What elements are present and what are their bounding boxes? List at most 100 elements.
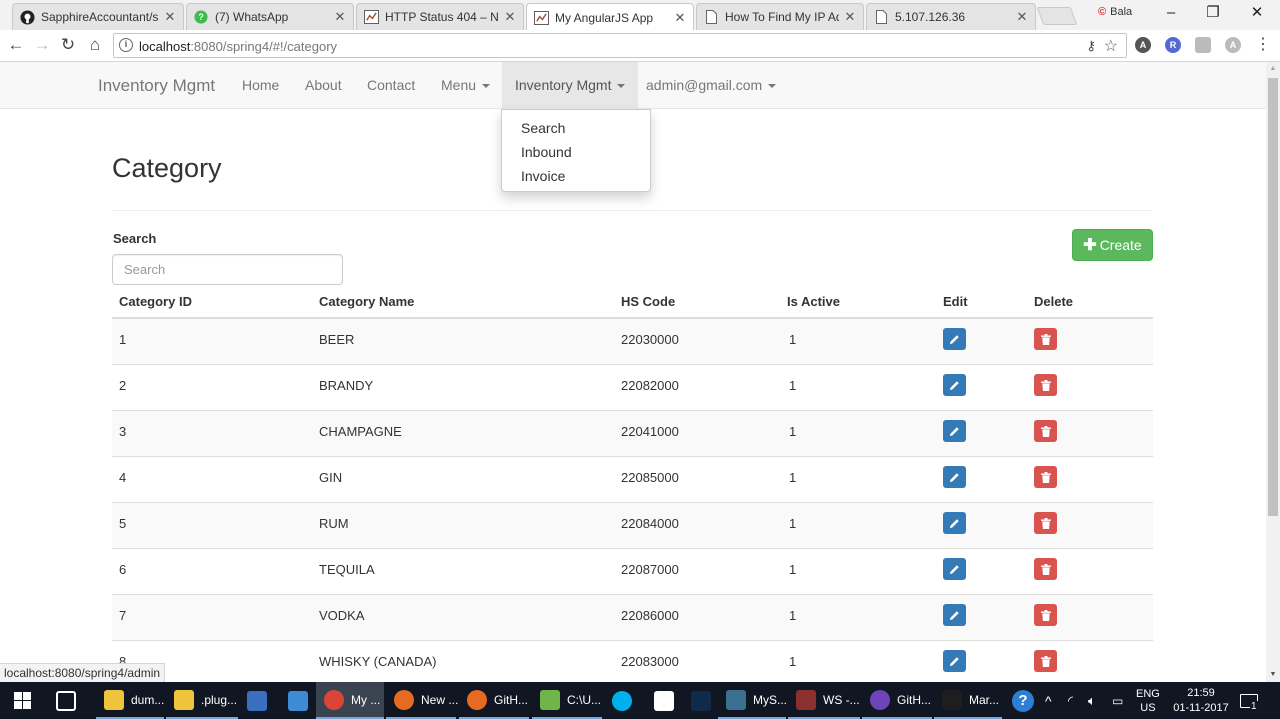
delete-button[interactable] bbox=[1034, 512, 1057, 534]
taskbar-app[interactable] bbox=[604, 682, 642, 719]
tab-title: My AngularJS App bbox=[555, 10, 654, 25]
taskbar-app[interactable] bbox=[239, 682, 277, 719]
nav-inventory-dropdown[interactable]: Inventory Mgmt bbox=[502, 62, 639, 109]
taskbar-app[interactable]: C:\U... bbox=[532, 682, 602, 719]
notification-center[interactable]: 1 bbox=[1240, 682, 1266, 719]
edit-button[interactable] bbox=[943, 466, 966, 488]
taskbar-app[interactable]: New ... bbox=[386, 682, 458, 719]
profile-button[interactable]: © Bala bbox=[1098, 6, 1132, 18]
edit-button[interactable] bbox=[943, 650, 966, 672]
close-icon[interactable]: ✕ bbox=[333, 9, 347, 25]
extension-icon[interactable] bbox=[1195, 37, 1211, 53]
browser-tab[interactable]: SapphireAccountant/sa ✕ bbox=[12, 3, 184, 30]
nav-user-dropdown[interactable]: admin@gmail.com bbox=[633, 62, 789, 109]
taskbar-app[interactable]: GitH... bbox=[862, 682, 932, 719]
wifi-icon[interactable]: ◜ bbox=[1068, 682, 1073, 719]
cell-is-active: 1 bbox=[789, 378, 797, 393]
nav-menu-dropdown[interactable]: Menu bbox=[428, 62, 503, 109]
dropdown-item-invoice[interactable]: Invoice bbox=[502, 164, 650, 188]
close-icon[interactable]: ✕ bbox=[843, 9, 857, 25]
new-tab-button[interactable] bbox=[1036, 7, 1078, 25]
delete-button[interactable] bbox=[1034, 650, 1057, 672]
delete-button[interactable] bbox=[1034, 604, 1057, 626]
forward-button[interactable]: → bbox=[31, 34, 53, 56]
delete-button[interactable] bbox=[1034, 420, 1057, 442]
taskbar-app[interactable]: My ... bbox=[316, 682, 384, 719]
close-icon[interactable]: ✕ bbox=[163, 9, 177, 25]
search-input[interactable] bbox=[112, 254, 343, 285]
cell-is-active: 1 bbox=[789, 424, 797, 439]
info-icon[interactable]: i bbox=[119, 38, 133, 52]
volume-icon[interactable]: 🔈︎ bbox=[1088, 682, 1096, 719]
taskbar-app[interactable] bbox=[646, 682, 680, 719]
edit-button[interactable] bbox=[943, 512, 966, 534]
close-icon[interactable]: ✕ bbox=[673, 10, 687, 26]
dropdown-item-search[interactable]: Search bbox=[502, 116, 650, 140]
nav-home[interactable]: Home bbox=[229, 62, 292, 109]
chrome-menu-icon[interactable]: ⋮ bbox=[1252, 34, 1274, 56]
delete-button[interactable] bbox=[1034, 374, 1057, 396]
language-indicator[interactable]: ENG US bbox=[1136, 682, 1160, 719]
mail-icon bbox=[654, 690, 674, 711]
address-bar[interactable]: i localhost:8080/spring4/#!/category ⚷ ☆ bbox=[113, 33, 1127, 58]
help-icon[interactable]: ? bbox=[1012, 682, 1034, 719]
extension-icon[interactable]: R bbox=[1165, 37, 1181, 53]
browser-tab[interactable]: ? (7) WhatsApp ✕ bbox=[186, 3, 354, 30]
taskbar-app[interactable]: dum... bbox=[96, 682, 164, 719]
close-icon[interactable]: ✕ bbox=[503, 9, 517, 25]
delete-button[interactable] bbox=[1034, 328, 1057, 350]
restore-button[interactable]: ❐ bbox=[1192, 0, 1234, 26]
edit-button[interactable] bbox=[943, 328, 966, 350]
bookmark-star-icon[interactable]: ☆ bbox=[1104, 36, 1118, 56]
taskbar-app[interactable] bbox=[280, 682, 314, 719]
navbar-brand[interactable]: Inventory Mgmt bbox=[98, 76, 215, 96]
taskbar-app[interactable]: GitH... bbox=[459, 682, 529, 719]
page-scrollbar[interactable]: ▲ ▼ bbox=[1266, 62, 1280, 682]
close-icon[interactable]: ✕ bbox=[1015, 9, 1029, 25]
edit-button[interactable] bbox=[943, 420, 966, 442]
key-icon[interactable]: ⚷ bbox=[1086, 38, 1096, 54]
taskbar-app[interactable]: Mar... bbox=[934, 682, 1002, 719]
edit-button[interactable] bbox=[943, 374, 966, 396]
back-button[interactable]: ← bbox=[5, 34, 27, 56]
window-close-button[interactable]: ✕ bbox=[1236, 0, 1278, 26]
nav-about[interactable]: About bbox=[292, 62, 355, 109]
divider bbox=[112, 210, 1152, 211]
taskbar-app[interactable]: WS -... bbox=[788, 682, 860, 719]
whatsapp-icon: ? bbox=[193, 9, 209, 25]
browser-tab[interactable]: 5.107.126.36 ✕ bbox=[866, 3, 1036, 30]
cell-category-name: VODKA bbox=[319, 608, 365, 623]
minimize-button[interactable]: – bbox=[1150, 0, 1192, 26]
browser-tab[interactable]: How To Find My IP Ad ✕ bbox=[696, 3, 864, 30]
taskbar-app-label: .plug... bbox=[201, 692, 238, 707]
scroll-down-arrow-icon[interactable]: ▼ bbox=[1266, 668, 1280, 682]
github-desktop-icon bbox=[870, 689, 890, 710]
edit-button[interactable] bbox=[943, 604, 966, 626]
cell-category-id: 7 bbox=[119, 608, 127, 623]
clock[interactable]: 21:59 01-11-2017 bbox=[1169, 682, 1233, 719]
taskbar-app-label: C:\U... bbox=[567, 692, 602, 707]
nav-contact[interactable]: Contact bbox=[354, 62, 428, 109]
browser-tab-active[interactable]: My AngularJS App ✕ bbox=[526, 3, 694, 31]
dropdown-item-inbound[interactable]: Inbound bbox=[502, 140, 650, 164]
taskbar-app[interactable]: .plug... bbox=[166, 682, 238, 719]
battery-icon[interactable]: ▭ bbox=[1112, 682, 1123, 719]
extension-icon[interactable]: A bbox=[1135, 37, 1151, 53]
cell-category-id: 6 bbox=[119, 562, 127, 577]
tray-chevron-up-icon[interactable]: ^ bbox=[1045, 682, 1052, 719]
profile-icon: © bbox=[1098, 6, 1107, 18]
start-button[interactable] bbox=[0, 682, 44, 719]
scroll-up-arrow-icon[interactable]: ▲ bbox=[1266, 62, 1280, 76]
delete-button[interactable] bbox=[1034, 558, 1057, 580]
taskbar-app[interactable] bbox=[48, 682, 86, 719]
create-button[interactable]: ✚ Create bbox=[1072, 229, 1153, 261]
taskbar-app[interactable]: MyS... bbox=[718, 682, 787, 719]
scroll-thumb[interactable] bbox=[1268, 78, 1278, 516]
edit-button[interactable] bbox=[943, 558, 966, 580]
reload-button[interactable]: ↻ bbox=[57, 34, 79, 56]
home-button[interactable]: ⌂ bbox=[84, 34, 106, 56]
delete-button[interactable] bbox=[1034, 466, 1057, 488]
taskbar-app[interactable] bbox=[683, 682, 717, 719]
extension-icon[interactable]: A bbox=[1225, 37, 1241, 53]
browser-tab[interactable]: HTTP Status 404 – Not ✕ bbox=[356, 3, 524, 30]
